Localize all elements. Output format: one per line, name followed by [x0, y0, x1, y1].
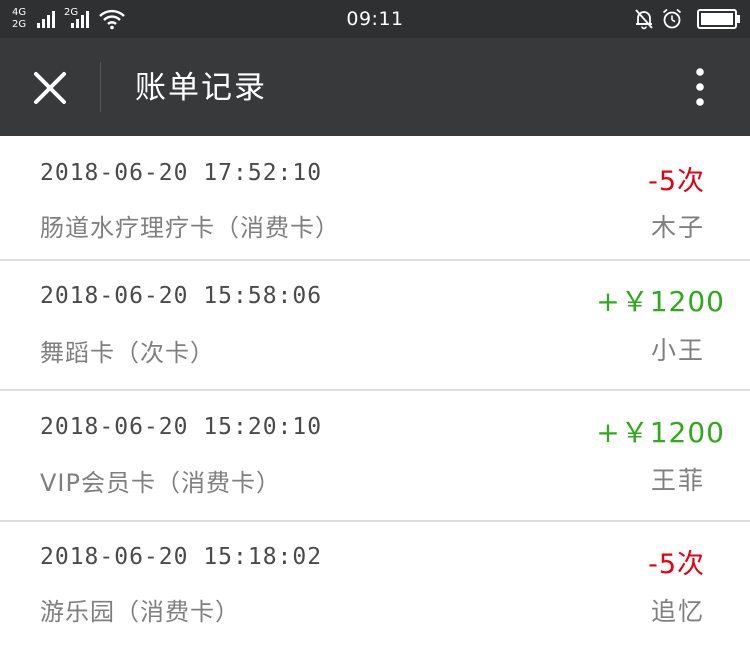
list-item[interactable]: 2018-06-20 17:52:10 肠道水疗理疗卡（消费卡） -5次 木子 — [0, 136, 750, 261]
record-card-name: 肠道水疗理疗卡（消费卡） — [40, 214, 340, 242]
list-item[interactable]: 2018-06-20 15:58:06 舞蹈卡（次卡） +￥1200 小王 — [0, 261, 750, 391]
close-button[interactable] — [28, 66, 72, 110]
more-menu-button[interactable] — [680, 62, 720, 112]
record-amount: +￥1200 — [596, 416, 725, 449]
record-card-name: VIP会员卡（消费卡） — [40, 469, 281, 497]
record-person: 王菲 — [650, 466, 705, 495]
list-item[interactable]: 2018-06-20 15:20:10 VIP会员卡（消费卡） +￥1200 王… — [0, 391, 750, 522]
header-divider — [100, 62, 101, 112]
record-amount: +￥1200 — [596, 285, 725, 318]
record-card-name: 游乐园（消费卡） — [40, 598, 240, 626]
battery-icon — [697, 9, 740, 29]
record-person: 小王 — [650, 336, 705, 365]
record-datetime: 2018-06-20 15:58:06 — [40, 283, 323, 309]
record-datetime: 2018-06-20 15:20:10 — [40, 414, 323, 440]
status-bar: 4G 2G 2G 09:11 — [0, 0, 750, 38]
record-datetime: 2018-06-20 15:18:02 — [40, 544, 323, 570]
close-icon[interactable] — [28, 66, 72, 110]
record-amount: -5次 — [648, 549, 705, 580]
page-title: 账单记录 — [135, 70, 267, 106]
record-person: 木子 — [650, 213, 705, 242]
record-person: 追忆 — [650, 597, 705, 626]
list-item[interactable]: 2018-06-20 15:18:02 游乐园（消费卡） -5次 追忆 — [0, 522, 750, 649]
bill-record-list: 2018-06-20 17:52:10 肠道水疗理疗卡（消费卡） -5次 木子 … — [0, 136, 750, 649]
nav-bar: 账单记录 — [0, 38, 750, 136]
record-amount: -5次 — [648, 166, 705, 197]
alarm-off-icon — [635, 9, 653, 30]
more-vertical-icon[interactable] — [680, 62, 720, 112]
record-datetime: 2018-06-20 17:52:10 — [40, 160, 323, 186]
alarm-clock-icon — [662, 8, 682, 29]
record-card-name: 舞蹈卡（次卡） — [40, 339, 215, 367]
